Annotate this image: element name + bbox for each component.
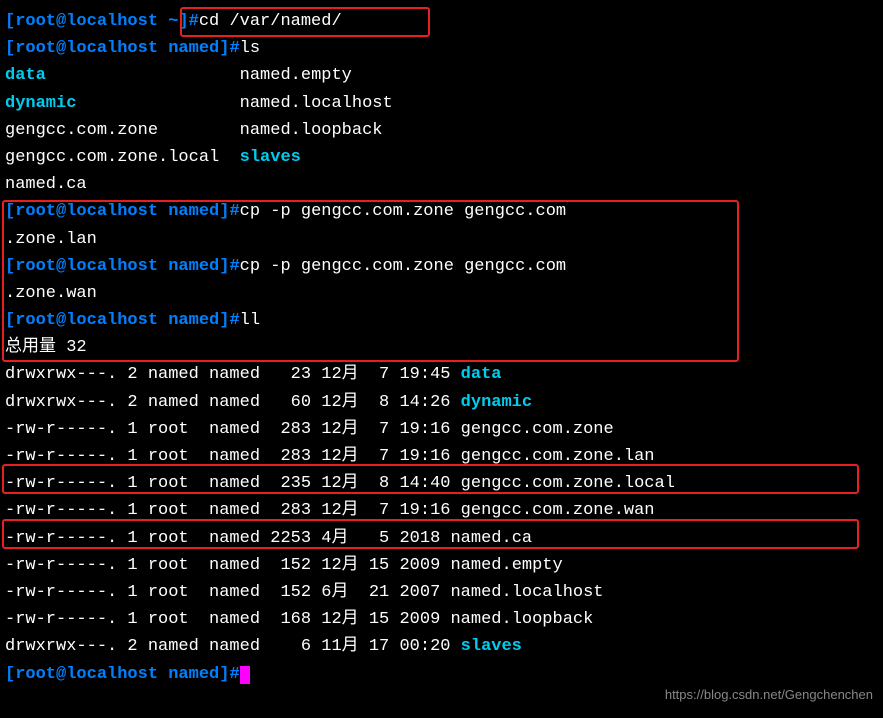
file-empty: named.empty [240,66,352,85]
ll-row: -rw-r-----. 1 root named 283 12月 7 19:16… [5,443,878,470]
dir-dynamic: dynamic [5,94,76,113]
file-perms: drwxrwx---. 2 named named 6 11月 17 00:20 [5,637,461,656]
file-name: gengcc.com.zone.lan [461,447,655,466]
ll-row: drwxrwx---. 2 named named 6 11月 17 00:20… [5,633,878,660]
ll-row: -rw-r-----. 1 root named 152 6月 21 2007 … [5,579,878,606]
ll-row: drwxrwx---. 2 named named 60 12月 8 14:26… [5,389,878,416]
ll-row: drwxrwx---. 2 named named 23 12月 7 19:45… [5,361,878,388]
file-perms: -rw-r-----. 1 root named 283 12月 7 19:16 [5,447,461,466]
file-zonelocal: gengcc.com.zone.local [5,148,219,167]
prompt-end: ]# [219,39,239,58]
ll-row: -rw-r-----. 1 root named 152 12月 15 2009… [5,552,878,579]
command-cp2-cont: .zone.wan [5,280,878,307]
ls-row4: gengcc.com.zone.local slaves [5,144,878,171]
ls-row5: named.ca [5,171,878,198]
dir-slaves: slaves [240,148,301,167]
command-cp1-cont: .zone.lan [5,226,878,253]
file-loopback: named.loopback [240,121,383,140]
prompt-line-cp1[interactable]: [root@localhost named]#cp -p gengcc.com.… [5,198,878,225]
prompt-user: [root@localhost [5,12,168,31]
file-perms: drwxrwx---. 2 named named 23 12月 7 19:45 [5,365,461,384]
prompt-user: [root@localhost [5,257,168,276]
file-perms: -rw-r-----. 1 root named 283 12月 7 19:16 [5,420,461,439]
file-name: named.ca [450,529,532,548]
file-perms: -rw-r-----. 1 root named 152 6月 21 2007 [5,583,450,602]
prompt-end: ]# [178,12,198,31]
cursor [240,666,250,684]
ll-row: -rw-r-----. 1 root named 2253 4月 5 2018 … [5,525,878,552]
prompt-path: named [168,39,219,58]
file-perms: -rw-r-----. 1 root named 2253 4月 5 2018 [5,529,450,548]
prompt-end: ]# [219,202,239,221]
command-ll: ll [240,311,260,330]
prompt-line-ll[interactable]: [root@localhost named]#ll [5,307,878,334]
dir-data: data [5,66,46,85]
prompt-line-cp2[interactable]: [root@localhost named]#cp -p gengcc.com.… [5,253,878,280]
file-name: named.localhost [450,583,603,602]
dir-name: dynamic [461,393,532,412]
file-name: gengcc.com.zone.wan [461,501,655,520]
prompt-path: ~ [168,12,178,31]
command-ls: ls [240,39,260,58]
prompt-end: ]# [219,311,239,330]
file-name: named.empty [450,556,562,575]
prompt-line-final[interactable]: [root@localhost named]# [5,661,878,688]
file-perms: -rw-r-----. 1 root named 168 12月 15 2009 [5,610,450,629]
file-namedca: named.ca [5,175,87,194]
prompt-path: named [168,257,219,276]
prompt-user: [root@localhost [5,311,168,330]
prompt-line-cd[interactable]: [root@localhost ~]#cd /var/named/ [5,8,878,35]
prompt-user: [root@localhost [5,665,168,684]
dir-name: slaves [461,637,522,656]
ll-row: -rw-r-----. 1 root named 235 12月 8 14:40… [5,470,878,497]
ll-row: -rw-r-----. 1 root named 283 12月 7 19:16… [5,497,878,524]
dir-name: data [461,365,502,384]
prompt-line-ls[interactable]: [root@localhost named]#ls [5,35,878,62]
prompt-end: ]# [219,257,239,276]
total-line: 总用量 32 [5,334,878,361]
file-name: gengcc.com.zone [461,420,614,439]
file-name: named.loopback [450,610,593,629]
ls-row3: gengcc.com.zone named.loopback [5,117,878,144]
file-name: gengcc.com.zone.local [461,474,675,493]
prompt-path: named [168,311,219,330]
ls-row1: data named.empty [5,62,878,89]
command-cp2: cp -p gengcc.com.zone gengcc.com [240,257,566,276]
command-cd: cd /var/named/ [199,12,342,31]
command-cp1: cp -p gengcc.com.zone gengcc.com [240,202,566,221]
file-localhost: named.localhost [240,94,393,113]
file-perms: -rw-r-----. 1 root named 235 12月 8 14:40 [5,474,461,493]
prompt-user: [root@localhost [5,39,168,58]
prompt-path: named [168,665,219,684]
file-perms: -rw-r-----. 1 root named 152 12月 15 2009 [5,556,450,575]
ls-row2: dynamic named.localhost [5,90,878,117]
ll-row: -rw-r-----. 1 root named 283 12月 7 19:16… [5,416,878,443]
file-perms: drwxrwx---. 2 named named 60 12月 8 14:26 [5,393,461,412]
file-zone: gengcc.com.zone [5,121,158,140]
file-perms: -rw-r-----. 1 root named 283 12月 7 19:16 [5,501,461,520]
prompt-user: [root@localhost [5,202,168,221]
watermark: https://blog.csdn.net/Gengchenchen [665,685,873,706]
ll-row: -rw-r-----. 1 root named 168 12月 15 2009… [5,606,878,633]
prompt-end: ]# [219,665,239,684]
prompt-path: named [168,202,219,221]
